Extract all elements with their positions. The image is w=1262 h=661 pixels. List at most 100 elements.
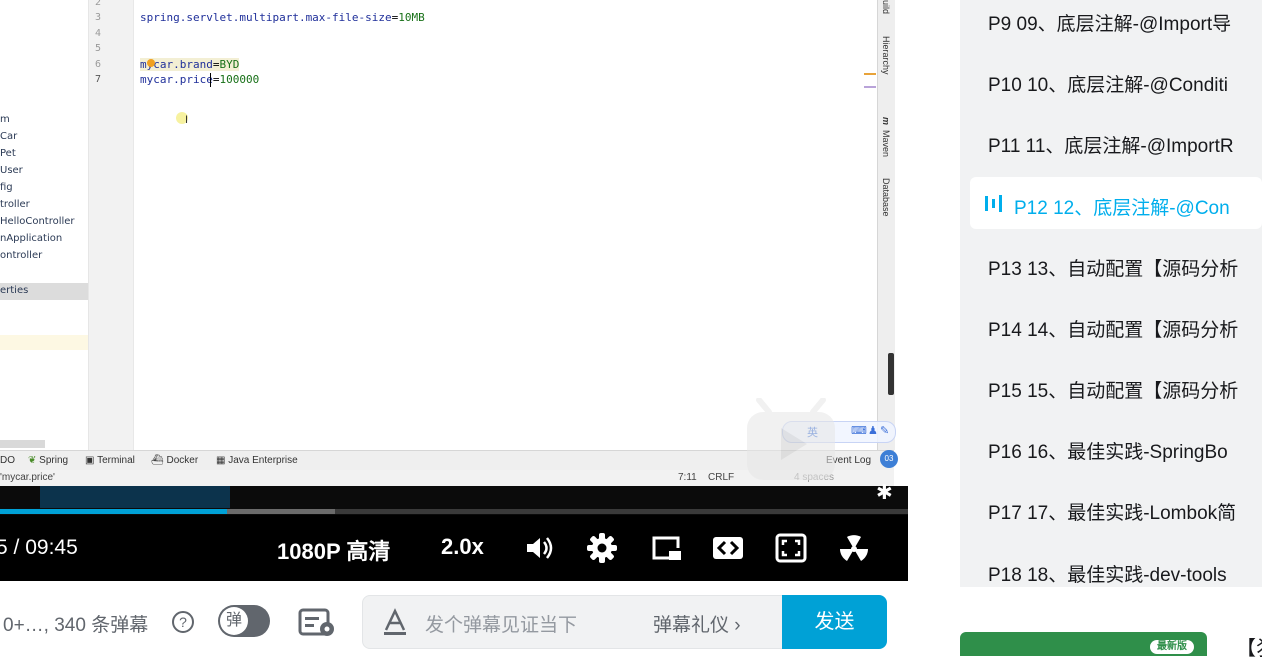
- episode-item[interactable]: P11 11、底层注解-@ImportR: [960, 115, 1262, 167]
- tab-docker[interactable]: ⛴ Docker: [151, 455, 198, 466]
- java-enterprise-icon: ▦: [216, 455, 226, 466]
- tab-label: Spring: [39, 455, 69, 466]
- spring-icon: ❦: [28, 455, 37, 466]
- keyboard-icon[interactable]: ⌨: [851, 424, 867, 437]
- episode-list: P9 09、底层注解-@Import导 P10 10、底层注解-@Conditi…: [960, 0, 1262, 587]
- bilibili-watermark-icon: [745, 397, 837, 482]
- project-tree: m Car Pet User fig troller HelloControll…: [0, 0, 89, 450]
- etiquette-label: 弹幕礼仪: [653, 615, 730, 636]
- font-style-icon[interactable]: [381, 608, 409, 636]
- status-counter-badge: 03: [880, 450, 898, 468]
- promo-thumbnail[interactable]: 最新版: [960, 632, 1207, 656]
- radiation-icon[interactable]: [838, 532, 870, 564]
- time-separator: /: [13, 536, 20, 559]
- danmaku-settings-icon[interactable]: [298, 608, 336, 638]
- tree-highlight: [0, 335, 88, 350]
- tab-terminal[interactable]: ▣ Terminal: [85, 455, 135, 466]
- preview-thumbnail: [40, 486, 230, 508]
- time-current: 5: [0, 536, 8, 559]
- tree-item: ontroller: [0, 250, 43, 261]
- time-total: 09:45: [25, 536, 78, 559]
- quality-button[interactable]: 1080P 高清: [277, 534, 390, 566]
- status-message: 'mycar.price': [0, 472, 55, 483]
- danmaku-toggle[interactable]: 弹: [218, 605, 270, 637]
- property-value: 100000: [219, 73, 260, 86]
- episode-item-active[interactable]: P12 12、底层注解-@Con: [970, 177, 1262, 229]
- property-key: spring.servlet.multipart.max-file-size: [140, 11, 392, 24]
- user-icon[interactable]: ♟: [868, 424, 878, 437]
- tree-item-selected: erties: [0, 285, 29, 296]
- tab-todo[interactable]: DO: [0, 455, 15, 466]
- danmaku-placeholder: 发个弹幕见证当下: [425, 615, 578, 636]
- code-line: mycar.brand=BYD: [140, 58, 240, 71]
- text-cursor: [210, 73, 211, 87]
- send-button[interactable]: 发送: [782, 595, 887, 649]
- fullscreen-icon[interactable]: [775, 532, 807, 564]
- docker-icon: ⛴: [151, 455, 164, 466]
- tab-maven[interactable]: Maven: [881, 130, 891, 157]
- bulb-icon[interactable]: [147, 59, 155, 67]
- picture-in-picture-icon[interactable]: [650, 532, 682, 564]
- video-player[interactable]: m Car Pet User fig troller HelloControll…: [0, 0, 908, 581]
- episode-item[interactable]: P13 13、自动配置【源码分析: [960, 238, 1262, 290]
- danmaku-toggle-knob: 弹: [220, 607, 248, 635]
- tree-item: Pet: [0, 148, 16, 159]
- tab-database[interactable]: Database: [881, 178, 891, 217]
- code-editor[interactable]: spring.servlet.multipart.max-file-size=1…: [134, 0, 876, 450]
- marker-stripe: [864, 73, 876, 75]
- code-line: spring.servlet.multipart.max-file-size=1…: [140, 11, 425, 24]
- episode-label: P16 16、最佳实践-SpringBo: [988, 442, 1228, 463]
- volume-icon[interactable]: [523, 532, 555, 564]
- help-icon[interactable]: ?: [172, 611, 194, 633]
- episode-item[interactable]: P15 15、自动配置【源码分析: [960, 360, 1262, 412]
- episode-item[interactable]: P16 16、最佳实践-SpringBo: [960, 421, 1262, 473]
- line-number: 6: [94, 59, 101, 70]
- promo-badge: 最新版: [1150, 640, 1194, 654]
- tab-label: Docker: [166, 455, 199, 466]
- tab-java-enterprise[interactable]: ▦ Java Enterprise: [216, 455, 298, 466]
- etiquette-link[interactable]: 弹幕礼仪 ›: [653, 610, 741, 637]
- playing-icon: [984, 193, 1004, 213]
- line-number: 2: [94, 0, 101, 8]
- seek-pointer-icon: ✱: [876, 482, 893, 504]
- line-number: 5: [94, 43, 101, 54]
- episode-label: P15 15、自动配置【源码分析: [988, 381, 1239, 402]
- ibeam-cursor-icon: I: [185, 114, 189, 126]
- tab-build[interactable]: uild: [881, 0, 891, 14]
- danmaku-input[interactable]: 发个弹幕见证当下 弹幕礼仪 ›: [362, 595, 784, 649]
- tree-item: User: [0, 165, 23, 176]
- line-separator[interactable]: CRLF: [708, 472, 734, 483]
- marker-stripe: [864, 86, 876, 88]
- settings-icon[interactable]: [586, 532, 618, 564]
- line-number: 4: [94, 28, 101, 39]
- tab-label: Terminal: [97, 455, 135, 466]
- episode-item[interactable]: P9 09、底层注解-@Import导: [960, 0, 1262, 45]
- code-line: mycar.price=100000: [140, 73, 259, 86]
- property-value: 10MB: [398, 11, 425, 24]
- episode-label: P11 11、底层注解-@ImportR: [988, 136, 1234, 157]
- tree-scrollbar[interactable]: [0, 440, 45, 448]
- property-key: mycar.price: [140, 73, 213, 86]
- progress-fill[interactable]: [0, 509, 227, 514]
- episode-label: P14 14、自动配置【源码分析: [988, 320, 1239, 341]
- time-display: 5 / 09:45: [0, 536, 78, 560]
- speed-button[interactable]: 2.0x: [441, 534, 484, 560]
- episode-item[interactable]: P10 10、底层注解-@Conditi: [960, 54, 1262, 106]
- episode-label: P18 18、最佳实践-dev-tools: [988, 565, 1227, 586]
- tree-item: fig: [0, 182, 13, 193]
- wrench-icon[interactable]: ✎: [880, 424, 889, 437]
- maven-icon: m: [881, 117, 891, 126]
- promo-title[interactable]: 【犭: [1236, 632, 1262, 661]
- terminal-icon: ▣: [85, 455, 95, 466]
- danmaku-count: 0+…, 340 条弹幕: [3, 615, 149, 636]
- tree-item: troller: [0, 199, 30, 210]
- caret-position[interactable]: 7:11: [678, 472, 697, 483]
- tab-spring[interactable]: ❦ Spring: [28, 455, 68, 466]
- episode-item[interactable]: P14 14、自动配置【源码分析: [960, 299, 1262, 351]
- episode-item[interactable]: P18 18、最佳实践-dev-tools: [960, 544, 1262, 587]
- editor-scrollbar[interactable]: [888, 353, 894, 395]
- episode-item[interactable]: P17 17、最佳实践-Lombok简: [960, 482, 1262, 534]
- widescreen-icon[interactable]: [712, 532, 744, 564]
- episode-label: P12 12、底层注解-@Con: [1014, 198, 1230, 219]
- tab-hierarchy[interactable]: Hierarchy: [881, 36, 891, 75]
